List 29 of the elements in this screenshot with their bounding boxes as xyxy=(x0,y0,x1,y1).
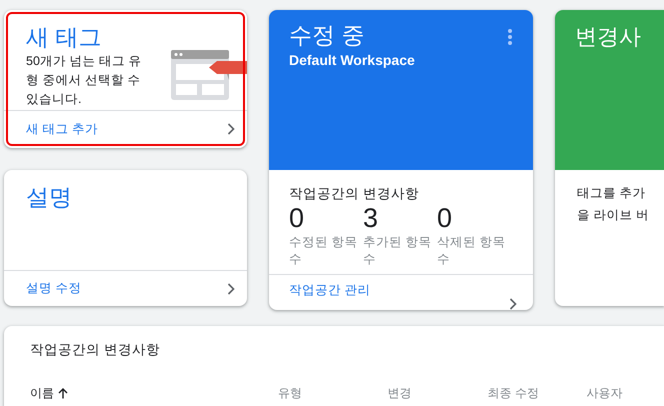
card-link[interactable]: 작업공간 관리 xyxy=(289,275,370,300)
card-link[interactable]: 설명 수정 xyxy=(26,279,82,298)
stat-label: 수정된 항목 수 xyxy=(289,234,358,268)
more-menu-icon[interactable] xyxy=(507,28,513,46)
workspace-name: Default Workspace xyxy=(289,50,415,70)
chevron-right-icon xyxy=(227,123,235,135)
column-header[interactable]: 사용자 xyxy=(586,384,622,402)
table-title: 작업공간의 변경사항 xyxy=(30,341,161,359)
column-header[interactable]: 최종 수정 xyxy=(488,384,539,402)
chevron-right-icon xyxy=(509,298,517,310)
card-description-line: 을 라이브 버 xyxy=(577,207,650,224)
card-title: 수정 중 xyxy=(289,22,366,50)
card-title: 변경사 xyxy=(575,24,641,50)
stat-label: 삭제된 항목 수 xyxy=(437,234,506,268)
card-title: 새 태그 xyxy=(26,24,102,52)
stat-value: 3 xyxy=(363,204,380,234)
stat-label: 추가된 항목 수 xyxy=(363,234,432,268)
section-title: 작업공간의 변경사항 xyxy=(289,185,420,203)
column-header[interactable]: 변경 xyxy=(388,384,412,402)
column-header[interactable]: 유형 xyxy=(278,384,302,402)
sort-arrow-up-icon[interactable] xyxy=(58,388,68,398)
card-description: 50개가 넘는 태그 유형 중에서 선택할 수 있습니다. xyxy=(26,52,142,108)
card-description-line: 태그를 추가 xyxy=(577,185,646,202)
stat-value: 0 xyxy=(437,204,454,234)
card-link[interactable]: 새 태그 추가 xyxy=(26,120,98,138)
column-header[interactable]: 이름 xyxy=(30,384,54,402)
card-title: 설명 xyxy=(25,183,73,212)
stat-value: 0 xyxy=(289,204,306,234)
chevron-right-icon xyxy=(227,282,235,294)
